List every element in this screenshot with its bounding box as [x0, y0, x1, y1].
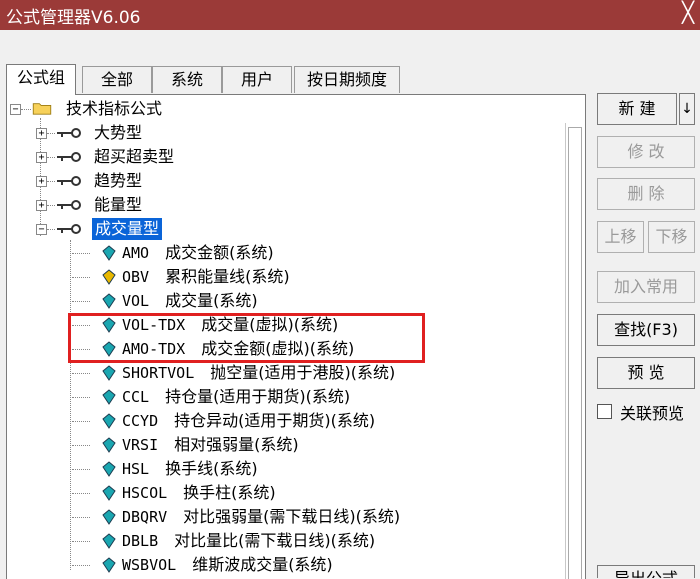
collapse-icon[interactable]: −	[36, 224, 47, 235]
formula-icon	[102, 245, 116, 261]
formula-item-row[interactable]: SHORTVOL 抛空量(适用于港股)(系统)	[70, 362, 490, 384]
tab-by-date-frequency[interactable]: 按日期频度	[294, 66, 400, 93]
formula-icon	[102, 509, 116, 525]
formula-item-row[interactable]: OBV 累积能量线(系统)	[70, 266, 490, 288]
tree-group-row[interactable]: + 大势型	[36, 122, 240, 144]
group-label: 趋势型	[94, 171, 143, 190]
new-dropdown-button[interactable]: ↓	[679, 93, 695, 125]
formula-item-row[interactable]: WSBVOL 维斯波成交量(系统)	[70, 554, 490, 576]
tab-system[interactable]: 系统	[152, 66, 222, 93]
tree-root[interactable]: − 技术指标公式	[10, 98, 210, 120]
key-icon	[57, 152, 81, 162]
highlight-box	[68, 313, 425, 363]
group-label-selected: 成交量型	[92, 218, 163, 240]
formula-name: 对比强弱量(需下载日线)(系统)	[183, 507, 401, 526]
formula-name: 抛空量(适用于港股)(系统)	[210, 363, 396, 382]
tree-root-label: 技术指标公式	[66, 99, 163, 118]
delete-button[interactable]: 删 除	[597, 178, 695, 210]
formula-item-row[interactable]: VOL 成交量(系统)	[70, 290, 490, 312]
formula-item-row[interactable]: HSCOL 换手柱(系统)	[70, 482, 490, 504]
expand-icon[interactable]: +	[36, 152, 47, 163]
vertical-scrollbar[interactable]	[565, 123, 584, 579]
expand-icon[interactable]: +	[36, 128, 47, 139]
collapse-icon[interactable]: −	[10, 104, 21, 115]
formula-code: AMO	[122, 244, 150, 262]
formula-item-row[interactable]: VRSI 相对强弱量(系统)	[70, 434, 490, 456]
close-icon[interactable]: ╳	[682, 0, 694, 24]
formula-icon	[102, 413, 116, 429]
expand-icon[interactable]: +	[36, 176, 47, 187]
key-icon	[57, 200, 81, 210]
find-button[interactable]: 查找(F3)	[597, 314, 695, 346]
formula-icon	[102, 389, 116, 405]
formula-code: HSL	[122, 460, 150, 478]
formula-name: 对比量比(需下载日线)(系统)	[174, 531, 376, 550]
add-to-common-button[interactable]: 加入常用	[597, 271, 695, 303]
formula-name: 成交金额(系统)	[165, 243, 274, 262]
formula-name: 相对强弱量(系统)	[174, 435, 299, 454]
tree-group-row-selected[interactable]: − 成交量型	[36, 218, 240, 240]
formula-item-row[interactable]: CCL 持仓量(适用于期货)(系统)	[70, 386, 490, 408]
key-icon	[57, 128, 81, 138]
formula-icon	[102, 485, 116, 501]
formula-code: OBV	[122, 268, 150, 286]
export-button[interactable]: 导出公式	[597, 565, 695, 578]
tab-all[interactable]: 全部	[82, 66, 152, 93]
formula-item-row[interactable]: CCYD 持仓异动(适用于期货)(系统)	[70, 410, 490, 432]
formula-icon	[102, 365, 116, 381]
new-button[interactable]: 新 建	[597, 93, 677, 125]
formula-code: WSBVOL	[122, 556, 177, 574]
key-icon	[57, 176, 81, 186]
formula-icon	[102, 461, 116, 477]
formula-icon	[102, 437, 116, 453]
expand-icon[interactable]: +	[36, 200, 47, 211]
formula-name: 成交量(系统)	[165, 291, 258, 310]
formula-icon	[102, 269, 116, 285]
formula-item-row[interactable]: DBLB 对比量比(需下载日线)(系统)	[70, 530, 490, 552]
modify-button[interactable]: 修 改	[597, 136, 695, 168]
key-icon	[57, 224, 81, 234]
link-preview-label: 关联预览	[620, 404, 685, 423]
formula-code: CCL	[122, 388, 150, 406]
formula-code: CCYD	[122, 412, 159, 430]
formula-item-row[interactable]: DBQRV 对比强弱量(需下载日线)(系统)	[70, 506, 490, 528]
formula-code: VRSI	[122, 436, 159, 454]
formula-code: DBQRV	[122, 508, 168, 526]
tree-group-row[interactable]: + 能量型	[36, 194, 240, 216]
formula-name: 换手线(系统)	[165, 459, 258, 478]
group-label: 大势型	[94, 123, 143, 142]
preview-button[interactable]: 预 览	[597, 357, 695, 389]
formula-item-row[interactable]: AMO 成交金额(系统)	[70, 242, 490, 264]
tab-formula-group[interactable]: 公式组	[6, 64, 76, 95]
tree-group-row[interactable]: + 超买超卖型	[36, 146, 240, 168]
formula-name: 持仓异动(适用于期货)(系统)	[174, 411, 376, 430]
formula-icon	[102, 533, 116, 549]
formula-item-row[interactable]: HSL 换手线(系统)	[70, 458, 490, 480]
folder-icon	[32, 103, 52, 115]
scrollbar-thumb[interactable]	[568, 127, 582, 579]
group-label: 能量型	[94, 195, 143, 214]
formula-code: DBLB	[122, 532, 159, 550]
formula-icon	[102, 557, 116, 573]
group-label: 超买超卖型	[94, 147, 175, 166]
formula-icon	[102, 293, 116, 309]
formula-name: 换手柱(系统)	[183, 483, 276, 502]
link-preview-checkbox[interactable]	[597, 404, 612, 419]
formula-code: VOL	[122, 292, 150, 310]
formula-name: 累积能量线(系统)	[165, 267, 290, 286]
formula-code: SHORTVOL	[122, 364, 195, 382]
formula-name: 持仓量(适用于期货)(系统)	[165, 387, 351, 406]
move-up-button[interactable]: 上移	[597, 221, 644, 253]
tab-user[interactable]: 用户	[222, 66, 292, 93]
window-title: 公式管理器V6.06	[6, 8, 141, 28]
formula-name: 维斯波成交量(系统)	[192, 555, 333, 574]
formula-code: HSCOL	[122, 484, 168, 502]
title-bar: 公式管理器V6.06 ╳	[0, 0, 700, 30]
move-down-button[interactable]: 下移	[648, 221, 695, 253]
tree-group-row[interactable]: + 趋势型	[36, 170, 240, 192]
